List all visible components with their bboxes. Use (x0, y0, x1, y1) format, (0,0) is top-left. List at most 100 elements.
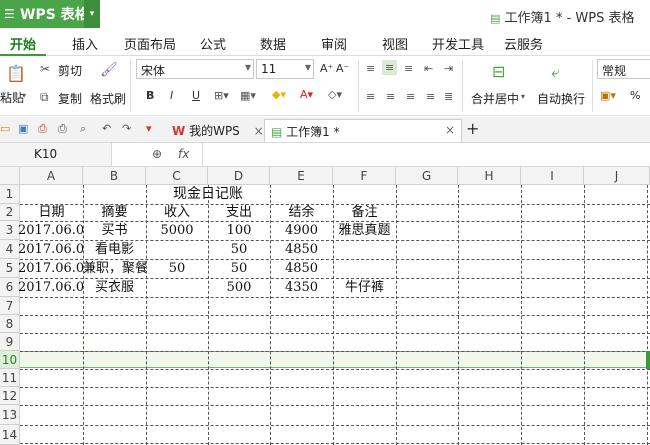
open-folder-icon[interactable]: ▭ (0, 122, 10, 135)
zoom-icon[interactable]: ⊕ (152, 147, 162, 161)
header-cell-expense[interactable]: 支出 (208, 204, 270, 221)
distribute-icon[interactable]: ≣ (444, 90, 453, 103)
font-color-icon[interactable]: A▾ (300, 88, 313, 101)
pdf-export-icon[interactable]: ⎙ (38, 122, 47, 136)
align-right-icon[interactable]: ≡ (406, 90, 415, 103)
align-center-icon[interactable]: ≡ (386, 90, 395, 103)
tab-my-wps[interactable]: W 我的WPS × (166, 119, 270, 142)
header-cell-summary[interactable]: 摘要 (83, 204, 146, 221)
cut-button[interactable]: 剪切 (58, 62, 82, 79)
copy-button[interactable]: 复制 (58, 90, 82, 107)
header-cell-balance[interactable]: 结余 (270, 204, 333, 221)
header-cell-date[interactable]: 日期 (20, 204, 83, 221)
function-icon[interactable]: fx (178, 147, 189, 161)
row-header[interactable]: 1 (0, 185, 20, 204)
column-header-a[interactable]: A (20, 167, 83, 185)
row-header[interactable]: 12 (0, 387, 20, 405)
cell-balance[interactable]: 4850 (270, 260, 333, 277)
row-header[interactable]: 8 (0, 315, 20, 333)
row-header[interactable]: 6 (0, 278, 20, 297)
paste-icon[interactable]: 📋 (6, 64, 26, 83)
row-header-selected[interactable]: 10 (0, 351, 20, 369)
align-middle-icon[interactable]: ≡ (382, 60, 398, 75)
row-header[interactable]: 4 (0, 240, 20, 259)
header-cell-note[interactable]: 备注 (333, 204, 396, 221)
italic-icon[interactable]: I (170, 89, 173, 102)
border-icon[interactable]: ⊞▾ (214, 89, 229, 102)
cell-date[interactable]: 2017.06.01 (18, 222, 83, 239)
row-header[interactable]: 9 (0, 333, 20, 351)
quick-access-more-icon[interactable]: ▾ (146, 122, 152, 135)
cell-date[interactable]: 2017.06.02 (18, 241, 83, 258)
cell-note[interactable]: 雅思真题 (333, 222, 396, 239)
tab-review[interactable]: 审阅 (321, 34, 347, 53)
align-top-icon[interactable]: ≡ (366, 62, 375, 75)
cell-summary[interactable]: 买衣服 (83, 279, 146, 296)
cell-summary[interactable]: 兼职，聚餐 (83, 260, 146, 277)
cell-date[interactable]: 2017.06.03 (18, 260, 83, 277)
underline-icon[interactable]: U (192, 89, 200, 102)
align-left-icon[interactable]: ≡ (366, 90, 375, 103)
tab-developer[interactable]: 开发工具 (432, 34, 484, 53)
column-header-b[interactable]: B (83, 167, 146, 185)
name-box[interactable]: K10 (0, 143, 112, 166)
decrease-font-icon[interactable]: A⁻ (336, 62, 349, 75)
column-header-e[interactable]: E (270, 167, 333, 185)
indent-decrease-icon[interactable]: ⇤ (424, 62, 433, 75)
select-all-corner[interactable] (0, 167, 20, 185)
fill-color-icon[interactable]: ◆▾ (272, 88, 286, 101)
new-tab-icon[interactable]: + (466, 119, 479, 138)
wrap-text-button[interactable]: 自动换行 (537, 90, 585, 107)
clear-format-icon[interactable]: ◇▾ (328, 88, 342, 101)
close-icon[interactable]: × (445, 123, 455, 137)
cell-expense[interactable]: 50 (208, 260, 270, 277)
percent-button[interactable]: % (630, 89, 640, 102)
tab-view[interactable]: 视图 (382, 34, 408, 53)
row-header[interactable]: 13 (0, 405, 20, 425)
justify-icon[interactable]: ≡ (426, 90, 435, 103)
app-menu-button[interactable]: ☰ WPS 表格 ▾ (0, 0, 100, 28)
row-header[interactable]: 5 (0, 259, 20, 278)
app-menu-dropdown-icon[interactable]: ▾ (84, 0, 100, 28)
tab-page-layout[interactable]: 页面布局 (124, 34, 176, 53)
column-header-h[interactable]: H (458, 167, 521, 185)
row-header[interactable]: 3 (0, 221, 20, 240)
cell-balance[interactable]: 4850 (270, 241, 333, 258)
cell-expense[interactable]: 100 (208, 222, 270, 239)
save-icon[interactable]: ▣ (18, 122, 28, 135)
formula-input[interactable] (202, 143, 650, 166)
increase-font-icon[interactable]: A⁺ (320, 62, 333, 75)
header-cell-income[interactable]: 收入 (146, 204, 208, 221)
tab-data[interactable]: 数据 (260, 34, 286, 53)
cell-balance[interactable]: 4900 (270, 222, 333, 239)
row-header[interactable]: 2 (0, 204, 20, 221)
column-header-f[interactable]: F (333, 167, 396, 185)
row-header[interactable]: 14 (0, 425, 20, 445)
tab-home[interactable]: 开始 (0, 30, 47, 56)
paste-button[interactable]: 粘贴 (0, 89, 24, 106)
format-painter-button[interactable]: 格式刷 (90, 90, 126, 107)
cell-date[interactable]: 2017.06.04 (18, 279, 83, 296)
column-header-c[interactable]: C (146, 167, 208, 185)
column-header-j[interactable]: J (584, 167, 650, 185)
column-header-i[interactable]: I (521, 167, 584, 185)
chevron-down-icon[interactable]: ▾ (521, 92, 525, 101)
font-size-select[interactable]: 11 ▼ (256, 59, 314, 79)
cell-expense[interactable]: 50 (208, 241, 270, 258)
paste-dropdown-icon[interactable]: ▾ (22, 91, 26, 100)
spreadsheet-grid[interactable]: A B C D E F G H I J 1 2 3 4 5 6 7 8 9 10… (0, 167, 650, 445)
currency-format-icon[interactable]: ▣▾ (600, 89, 616, 102)
font-name-select[interactable]: 宋体 ▼ (136, 59, 254, 79)
cell-expense[interactable]: 500 (208, 279, 270, 296)
align-bottom-icon[interactable]: ≡ (404, 62, 413, 75)
cell-income[interactable]: 50 (146, 260, 208, 277)
indent-increase-icon[interactable]: ⇥ (444, 62, 453, 75)
cell-balance[interactable]: 4350 (270, 279, 333, 296)
close-icon[interactable]: × (254, 124, 264, 138)
redo-icon[interactable]: ↷ (122, 122, 131, 135)
number-format-select[interactable]: 常规 (597, 59, 650, 79)
cell-note[interactable]: 牛仔裤 (333, 279, 396, 296)
merge-center-button[interactable]: 合并居中 (471, 90, 519, 107)
bold-icon[interactable]: B (146, 89, 154, 102)
tab-workbook1[interactable]: ▤ 工作簿1 * × (264, 119, 462, 142)
